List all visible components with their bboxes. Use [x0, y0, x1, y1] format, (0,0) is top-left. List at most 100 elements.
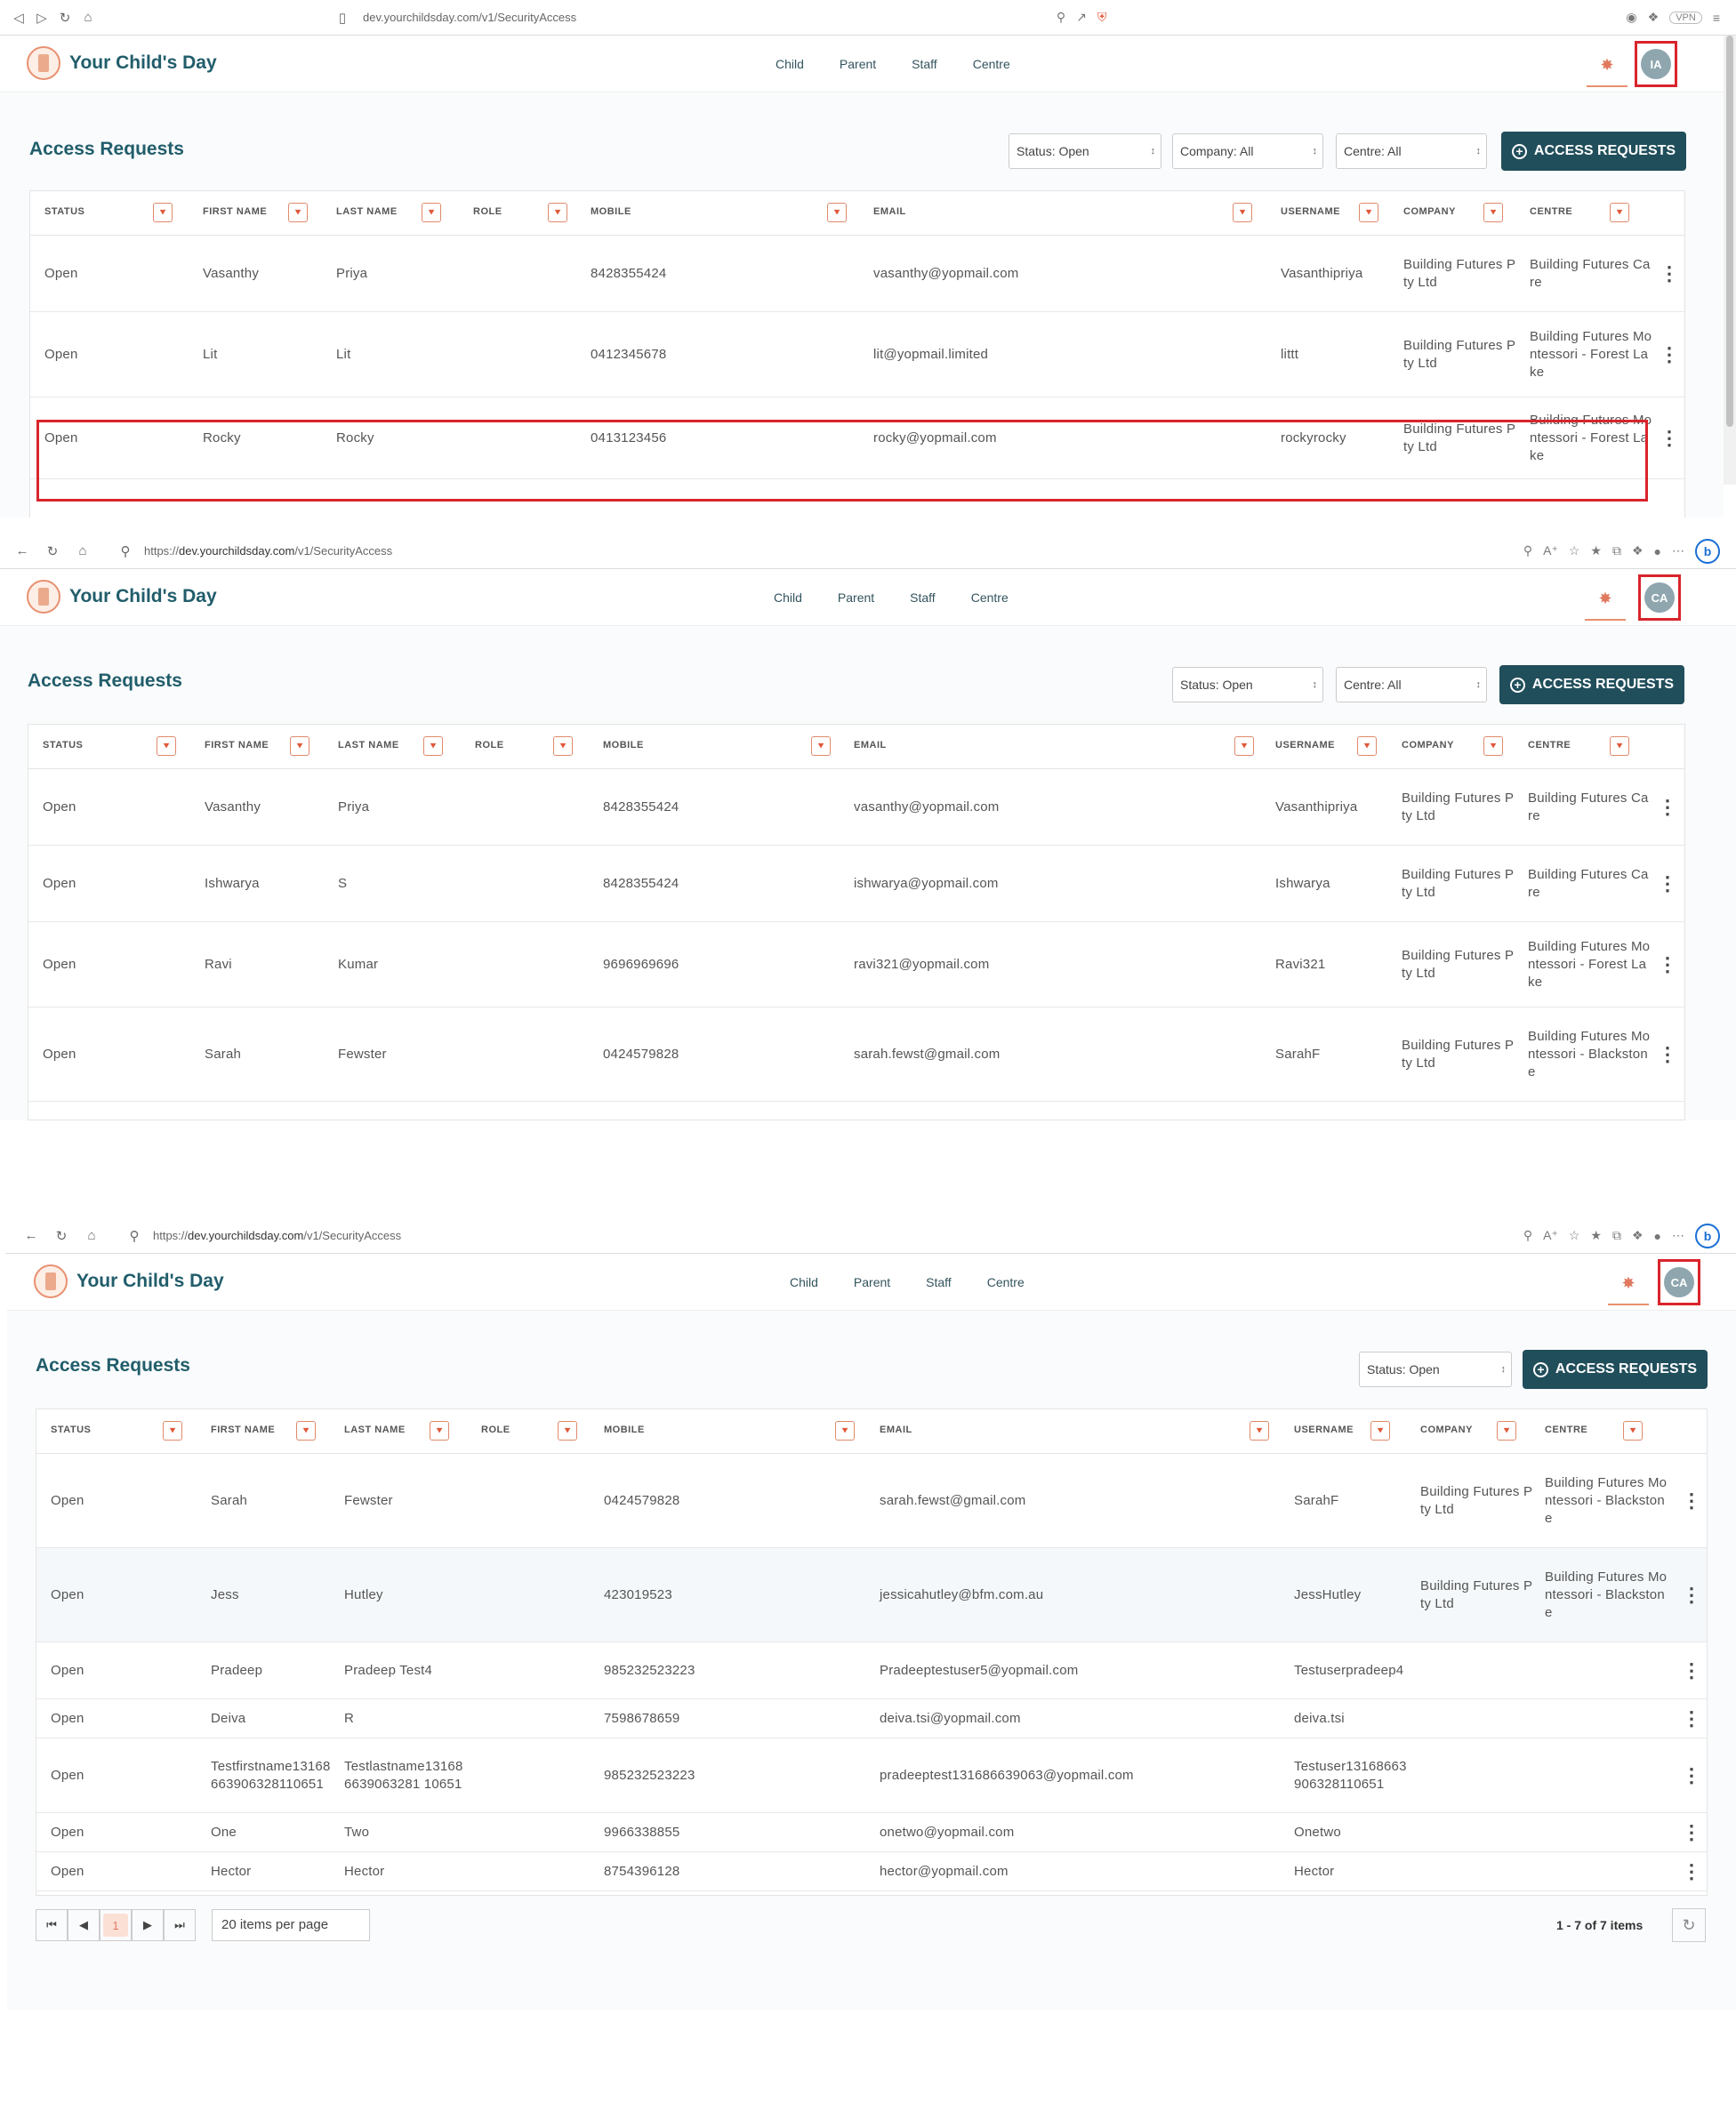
column-header-centre[interactable]: CENTRE [1545, 1425, 1587, 1435]
table-row[interactable]: Open Vasanthy Priya 8428355424 vasanthy@yopm… [30, 236, 1684, 312]
filter-icon[interactable]: ⯆ [163, 1421, 182, 1441]
filter-icon[interactable]: ⯆ [1234, 736, 1254, 756]
nav-centre[interactable]: Centre [987, 1275, 1025, 1289]
avatar[interactable]: CA [1644, 582, 1675, 613]
menu-icon[interactable]: ≡ [1713, 11, 1720, 25]
filter-icon[interactable]: ⯆ [835, 1421, 855, 1441]
back-icon[interactable]: ← [11, 543, 34, 558]
avatar[interactable]: CA [1664, 1267, 1694, 1297]
filter-icon[interactable]: ⯆ [290, 736, 309, 756]
filter-icon[interactable]: ⯆ [1233, 203, 1252, 222]
share-icon[interactable]: ↗ [1076, 10, 1087, 25]
reload-icon[interactable]: ↻ [50, 1228, 73, 1244]
key-icon[interactable]: ⚲ [1057, 10, 1065, 25]
row-menu-icon[interactable]: ⋮ [1658, 769, 1677, 845]
column-header-username[interactable]: USERNAME [1281, 206, 1340, 217]
filter-icon[interactable]: ⯆ [1359, 203, 1378, 222]
filter-icon[interactable]: ⯆ [157, 736, 176, 756]
back-icon[interactable]: ← [20, 1228, 43, 1243]
row-menu-icon[interactable]: ⋮ [1660, 312, 1679, 397]
prev-page-icon[interactable]: ◀ [68, 1909, 100, 1941]
table-row[interactable]: Open Vasanthy Priya 8428355424 vasanthy@yopm… [28, 769, 1684, 846]
filter-icon[interactable]: ⯆ [153, 203, 173, 222]
column-header-centre[interactable]: CENTRE [1528, 740, 1571, 750]
filter-icon[interactable]: ⯆ [296, 1421, 316, 1441]
column-header-role[interactable]: ROLE [475, 740, 504, 750]
column-header-company[interactable]: COMPANY [1403, 206, 1456, 217]
column-header-last[interactable]: LAST NAME [336, 206, 398, 217]
column-header-mobile[interactable]: MOBILE [591, 206, 631, 217]
column-header-first[interactable]: FIRST NAME [203, 206, 267, 217]
filter-icon[interactable]: ⯆ [553, 736, 573, 756]
filter-icon[interactable]: ⯆ [1623, 1421, 1643, 1441]
column-header-mobile[interactable]: MOBILE [604, 1425, 645, 1435]
profile-icon[interactable]: ● [1654, 544, 1661, 558]
filter-icon[interactable]: ⯆ [430, 1421, 449, 1441]
key-icon[interactable]: ⚲ [1523, 1228, 1532, 1243]
company-filter[interactable]: Company: All [1172, 133, 1323, 169]
address-bar[interactable]: https://dev.yourchildsday.com/v1/Securit… [153, 1229, 401, 1242]
column-header-email[interactable]: EMAIL [873, 206, 906, 217]
status-filter[interactable]: Status: Open [1009, 133, 1161, 169]
table-row[interactable]: Open Hector Hector 8754396128 hector@yopmail… [36, 1852, 1707, 1891]
brave-shield-icon[interactable]: ⛨ [1097, 10, 1107, 25]
row-menu-icon[interactable]: ⋮ [1682, 1548, 1701, 1641]
column-header-mobile[interactable]: MOBILE [603, 740, 644, 750]
centre-filter[interactable]: Centre: All [1336, 133, 1487, 169]
nav-staff[interactable]: Staff [912, 57, 937, 71]
collections-icon[interactable]: ⧉ [1612, 1228, 1621, 1243]
table-row[interactable]: Open Ravi Kumar 9696969696 ravi321@yopmail.c… [28, 922, 1684, 1007]
nav-centre[interactable]: Centre [973, 57, 1010, 71]
logo[interactable]: Your Child's Day [34, 1264, 224, 1298]
table-row[interactable]: Open Jess Hutley 423019523 jessicahutley@bfm… [36, 1548, 1707, 1642]
status-filter[interactable]: Status: Open [1172, 667, 1323, 702]
back-icon[interactable]: ◁ [7, 10, 30, 26]
favorites-icon[interactable]: ★ [1590, 1228, 1602, 1243]
collections-icon[interactable]: ⧉ [1612, 543, 1621, 558]
filter-icon[interactable]: ⯆ [288, 203, 308, 222]
row-menu-icon[interactable]: ⋮ [1682, 1642, 1701, 1698]
column-header-centre[interactable]: CENTRE [1530, 206, 1572, 217]
row-menu-icon[interactable]: ⋮ [1660, 397, 1679, 478]
nav-child[interactable]: Child [776, 57, 804, 71]
bing-icon[interactable]: b [1695, 538, 1720, 564]
column-header-username[interactable]: USERNAME [1275, 740, 1335, 750]
row-menu-icon[interactable]: ⋮ [1658, 922, 1677, 1007]
read-aloud-icon[interactable]: A⁺ [1543, 543, 1558, 558]
column-header-status[interactable]: STATUS [44, 206, 84, 217]
last-page-icon[interactable]: ⏭ [164, 1909, 196, 1941]
column-header-first[interactable]: FIRST NAME [205, 740, 269, 750]
row-menu-icon[interactable]: ⋮ [1658, 846, 1677, 921]
filter-icon[interactable]: ⯆ [558, 1421, 577, 1441]
shield-icon[interactable]: ✸ [1585, 578, 1626, 621]
access-requests-button[interactable]: + ACCESS REQUESTS [1523, 1350, 1708, 1389]
filter-icon[interactable]: ⯆ [1610, 203, 1629, 222]
extension-icon[interactable]: ❖ [1632, 543, 1644, 558]
page-number[interactable]: 1 [103, 1914, 128, 1937]
more-icon[interactable]: ⋯ [1672, 543, 1684, 558]
shield-icon[interactable]: ✸ [1587, 44, 1628, 87]
refresh-icon[interactable]: ↻ [1672, 1908, 1706, 1942]
logo[interactable]: Your Child's Day [27, 46, 217, 80]
filter-icon[interactable]: ⯆ [422, 203, 441, 222]
row-menu-icon[interactable]: ⋮ [1682, 1738, 1701, 1812]
nav-staff[interactable]: Staff [926, 1275, 952, 1289]
read-aloud-icon[interactable]: A⁺ [1543, 1228, 1558, 1243]
nav-child[interactable]: Child [790, 1275, 818, 1289]
table-row[interactable]: Open Sarah Fewster 0424579828 sarah.fewst@gm… [36, 1454, 1707, 1548]
home-icon[interactable]: ⌂ [76, 10, 100, 25]
table-row[interactable]: Open Pradeep Pradeep Test4 985232523223 Prad… [36, 1642, 1707, 1699]
table-row[interactable]: Open Testfirstname13168663906328110651 Tes… [36, 1738, 1707, 1813]
next-page-icon[interactable]: ▶ [132, 1909, 164, 1941]
first-page-icon[interactable]: ⏮ [36, 1909, 68, 1941]
table-row[interactable]: Open Deiva R 7598678659 deiva.tsi@yopmail.co… [36, 1699, 1707, 1738]
scrollbar[interactable] [1724, 36, 1736, 485]
column-header-first[interactable]: FIRST NAME [211, 1425, 275, 1435]
access-requests-button[interactable]: + ACCESS REQUESTS [1499, 665, 1684, 704]
table-row[interactable]: Open Lit Lit 0412345678 lit@yopmail.limited l… [30, 312, 1684, 397]
access-requests-button[interactable]: + ACCESS REQUESTS [1501, 132, 1686, 171]
address-bar[interactable]: https://dev.yourchildsday.com/v1/Securit… [144, 544, 392, 558]
more-icon[interactable]: ⋯ [1672, 1228, 1684, 1243]
reload-icon[interactable]: ↻ [53, 10, 76, 26]
nav-centre[interactable]: Centre [971, 590, 1009, 605]
